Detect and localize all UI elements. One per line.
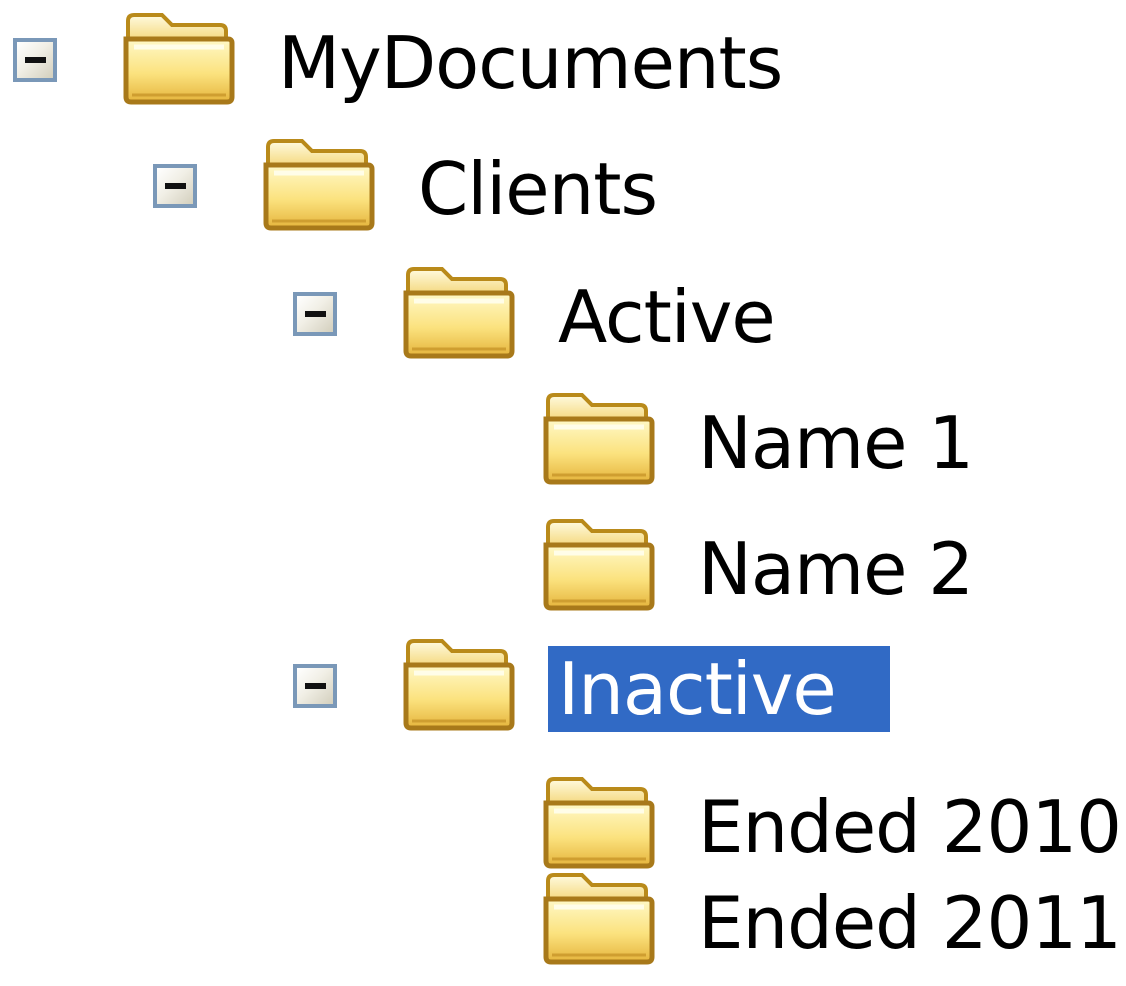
folder-icon <box>402 265 518 360</box>
tree-node-label[interactable]: MyDocuments <box>268 20 792 106</box>
folder-tree-view: MyDocuments Clients Active Name 1 Name 2… <box>0 0 1126 983</box>
collapse-toggle-icon[interactable] <box>153 164 197 208</box>
collapse-toggle-icon[interactable] <box>13 38 57 82</box>
tree-node-label[interactable]: Active <box>548 274 785 360</box>
folder-icon <box>402 637 518 732</box>
tree-node-ended-2011[interactable]: Ended 2011 <box>0 860 1126 986</box>
collapse-toggle-icon[interactable] <box>293 664 337 708</box>
folder-icon <box>542 517 658 612</box>
tree-node-label[interactable]: Ended 2010 <box>688 784 1126 870</box>
tree-node-label[interactable]: Name 1 <box>688 400 983 486</box>
tree-node-label[interactable]: Clients <box>408 146 667 232</box>
folder-icon <box>542 871 658 966</box>
tree-node-active[interactable]: Active <box>0 254 900 380</box>
tree-node-label[interactable]: Ended 2011 <box>688 880 1126 966</box>
folder-icon <box>542 391 658 486</box>
tree-node-mydocuments[interactable]: MyDocuments <box>0 0 800 126</box>
folder-icon <box>122 11 238 106</box>
tree-node-name-2[interactable]: Name 2 <box>0 506 1000 632</box>
tree-node-label-selected[interactable]: Inactive <box>548 646 890 732</box>
collapse-toggle-icon[interactable] <box>293 292 337 336</box>
tree-node-clients[interactable]: Clients <box>0 126 800 252</box>
tree-node-label[interactable]: Name 2 <box>688 526 983 612</box>
folder-icon <box>262 137 378 232</box>
tree-node-name-1[interactable]: Name 1 <box>0 380 1000 506</box>
folder-icon <box>542 775 658 870</box>
tree-node-inactive[interactable]: Inactive <box>0 626 900 752</box>
